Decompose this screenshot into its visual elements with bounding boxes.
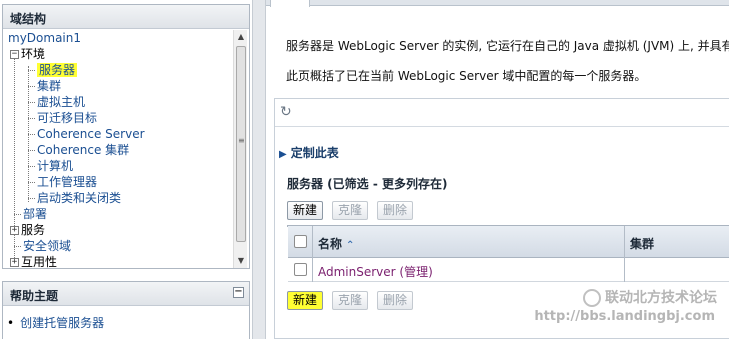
help-topic-item[interactable]: • 创建托管服务器 <box>7 314 104 331</box>
tree-dash <box>28 118 35 119</box>
tree-node-label[interactable]: 安全领域 <box>23 239 71 253</box>
page-description-line1: 服务器是 WebLogic Server 的实例, 它运行在自己的 Java 虚… <box>286 39 729 53</box>
tabs-bar <box>266 0 729 7</box>
table-header: 名称 ⌃ 集群 <box>288 226 729 258</box>
left-column: 域结构 myDomain1 − 环境 服务器 集群 虚拟主机 可迁移目标 Coh… <box>0 0 252 339</box>
watermark-text: 联动北方技术论坛 <box>605 290 717 306</box>
servers-table: 名称 ⌃ 集群 AdminServer (管理) <box>287 225 729 282</box>
tree-root[interactable]: myDomain1 <box>8 30 81 46</box>
tree-node-environment[interactable]: − 环境 <box>10 46 45 62</box>
tree-item-coherence-cluster[interactable]: Coherence 集群 <box>28 142 129 158</box>
table-title: 服务器 (已筛选 - 更多列存在) <box>287 177 448 191</box>
tree-dash <box>28 150 35 151</box>
column-divider <box>312 258 313 282</box>
tree-item-migratable-targets[interactable]: 可迁移目标 <box>28 110 97 126</box>
new-button-bottom[interactable]: 新建 <box>287 291 324 310</box>
forum-logo-icon <box>583 289 601 307</box>
column-divider <box>312 226 313 258</box>
server-name-link[interactable]: AdminServer (管理) <box>318 263 433 280</box>
tree-dash <box>28 182 35 183</box>
clone-button[interactable]: 克隆 <box>332 201 369 220</box>
help-topics-title-text: 帮助主题 <box>10 289 59 303</box>
scroll-up-arrow-icon[interactable]: ▲ <box>234 30 248 44</box>
tree-dash <box>28 166 35 167</box>
tree-item-label[interactable]: 集群 <box>37 79 61 93</box>
collapse-icon[interactable]: − <box>10 50 19 59</box>
tree-item-work-managers[interactable]: 工作管理器 <box>28 174 97 190</box>
tab-active[interactable] <box>270 0 310 7</box>
tree-item-startup-shutdown[interactable]: 启动类和关闭类 <box>28 190 121 206</box>
row-checkbox[interactable] <box>294 263 307 276</box>
tree-node-label[interactable]: 互用性 <box>21 255 57 268</box>
select-all-checkbox[interactable] <box>294 235 307 248</box>
scroll-thumb[interactable]: ≡ <box>236 46 246 242</box>
column-divider <box>624 258 625 282</box>
scroll-down-arrow-icon[interactable]: ▼ <box>234 254 248 268</box>
column-header-name[interactable]: 名称 ⌃ <box>318 235 354 252</box>
tree-root-label[interactable]: myDomain1 <box>8 31 81 45</box>
table-row: AdminServer (管理) <box>288 258 729 282</box>
tree-item-label[interactable]: 计算机 <box>37 159 73 173</box>
tree-item-label[interactable]: 可迁移目标 <box>37 111 97 125</box>
tree-dash <box>28 102 35 103</box>
refresh-icon[interactable]: ↻ <box>280 104 292 120</box>
tree-item-servers[interactable]: 服务器 <box>28 62 78 78</box>
column-divider <box>624 226 625 258</box>
column-header-name-label[interactable]: 名称 <box>318 237 342 251</box>
help-topic-link[interactable]: 创建托管服务器 <box>20 316 104 330</box>
tree-node-security-realms[interactable]: 安全领域 <box>14 238 71 254</box>
tree-dash <box>28 198 35 199</box>
tree-item-label[interactable]: 工作管理器 <box>37 175 97 189</box>
tree-item-virtual-hosts[interactable]: 虚拟主机 <box>28 94 85 110</box>
tree-scrollbar[interactable]: ▲ ≡ ▼ <box>233 30 247 268</box>
tree-dash <box>14 246 21 247</box>
domain-structure-panel: 域结构 myDomain1 − 环境 服务器 集群 虚拟主机 可迁移目标 Coh… <box>2 4 250 269</box>
grip-icon: ≡ <box>238 136 245 145</box>
tree-item-machines[interactable]: 计算机 <box>28 158 73 174</box>
tree-item-clusters[interactable]: 集群 <box>28 78 61 94</box>
delete-button[interactable]: 删除 <box>377 201 414 220</box>
customize-table-label[interactable]: 定制此表 <box>291 146 339 160</box>
tree-node-label[interactable]: 环境 <box>21 47 45 61</box>
expand-icon[interactable]: + <box>10 258 19 267</box>
page-description-line2: 此页概括了已在当前 WebLogic Server 域中配置的每一个服务器。 <box>286 69 647 83</box>
table-toolbar: ↻ <box>275 99 729 127</box>
tree-item-label[interactable]: 虚拟主机 <box>37 95 85 109</box>
tree-item-label[interactable]: Coherence Server <box>37 127 145 141</box>
tree-node-services[interactable]: + 服务 <box>10 222 45 238</box>
tree-item-label[interactable]: 启动类和关闭类 <box>37 191 121 205</box>
panel-splitter[interactable] <box>252 0 266 339</box>
collapse-icon[interactable]: − <box>233 287 244 298</box>
customize-table-toggle[interactable]: ▶ 定制此表 <box>279 144 339 161</box>
watermark-logo: 联动北方技术论坛 <box>583 287 717 307</box>
column-header-cluster[interactable]: 集群 <box>630 235 654 252</box>
tree-node-deployments[interactable]: 部署 <box>14 206 47 222</box>
delete-button-bottom[interactable]: 删除 <box>377 291 414 310</box>
tree-dash <box>28 86 35 87</box>
tree-item-label[interactable]: 服务器 <box>37 63 78 77</box>
watermark-url: http://bbs.landingbj.com <box>534 309 715 324</box>
tree-node-label[interactable]: 部署 <box>23 207 47 221</box>
tree-node-label[interactable]: 服务 <box>21 223 45 237</box>
domain-structure-title: 域结构 <box>3 5 249 29</box>
triangle-right-icon[interactable]: ▶ <box>279 149 287 160</box>
main-content: 服务器是 WebLogic Server 的实例, 它运行在自己的 Java 虚… <box>266 0 729 339</box>
domain-tree: myDomain1 − 环境 服务器 集群 虚拟主机 可迁移目标 Coherenc… <box>6 30 234 268</box>
help-topics-title: 帮助主题 − <box>3 282 249 306</box>
tree-dash <box>28 70 35 71</box>
tree-item-coherence-server[interactable]: Coherence Server <box>28 126 145 142</box>
clone-button-bottom[interactable]: 克隆 <box>332 291 369 310</box>
bullet-icon: • <box>7 316 15 330</box>
new-button[interactable]: 新建 <box>287 201 324 220</box>
tree-item-label[interactable]: Coherence 集群 <box>37 143 129 157</box>
expand-icon[interactable]: + <box>10 226 19 235</box>
tree-dash <box>14 214 21 215</box>
tree-node-interoperability[interactable]: + 互用性 <box>10 254 57 268</box>
tree-dash <box>28 134 35 135</box>
sort-ascending-icon[interactable]: ⌃ <box>346 240 354 251</box>
